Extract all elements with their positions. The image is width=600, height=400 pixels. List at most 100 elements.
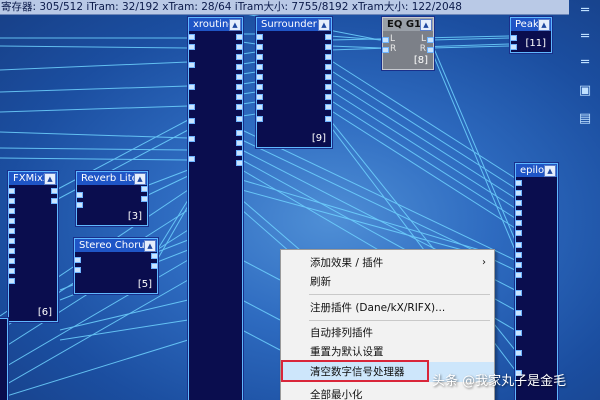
- output-pin[interactable]: [51, 198, 58, 204]
- input-pin[interactable]: [74, 267, 81, 273]
- toolbar-line-icon[interactable]: ═: [576, 56, 594, 70]
- input-pin[interactable]: [188, 84, 195, 90]
- menu-item-register-plugin[interactable]: 注册插件 (Dane/kX/RIFX)...: [281, 298, 494, 318]
- input-pin[interactable]: [188, 34, 195, 40]
- output-pin[interactable]: [325, 34, 332, 40]
- minimize-icon[interactable]: ▲: [44, 173, 56, 185]
- input-pin[interactable]: [8, 238, 15, 244]
- minimize-icon[interactable]: ▲: [544, 165, 556, 177]
- input-pin[interactable]: [515, 262, 522, 268]
- output-pin[interactable]: [236, 74, 243, 80]
- output-pin[interactable]: [325, 104, 332, 110]
- input-pin[interactable]: [74, 257, 81, 263]
- output-pin[interactable]: [236, 150, 243, 156]
- load-icon[interactable]: ▤: [576, 112, 594, 126]
- input-pin[interactable]: [188, 118, 195, 124]
- output-pin[interactable]: [151, 253, 158, 259]
- output-pin[interactable]: [427, 37, 434, 43]
- output-pin[interactable]: [236, 54, 243, 60]
- input-pin[interactable]: [8, 208, 15, 214]
- output-pin[interactable]: [427, 47, 434, 53]
- input-pin[interactable]: [515, 252, 522, 258]
- input-pin[interactable]: [256, 116, 263, 122]
- input-pin[interactable]: [515, 210, 522, 216]
- output-pin[interactable]: [236, 64, 243, 70]
- input-pin[interactable]: [256, 34, 263, 40]
- input-pin[interactable]: [515, 350, 522, 356]
- input-pin[interactable]: [256, 64, 263, 70]
- minimize-icon[interactable]: ▲: [229, 19, 241, 31]
- input-pin[interactable]: [515, 220, 522, 226]
- toolbar-line-icon[interactable]: ═: [576, 30, 594, 44]
- output-pin[interactable]: [325, 44, 332, 50]
- minimize-icon[interactable]: ▲: [144, 240, 156, 252]
- plugin-peak[interactable]: Peak ▲ [11]: [510, 17, 552, 53]
- input-pin[interactable]: [256, 74, 263, 80]
- output-pin[interactable]: [51, 188, 58, 194]
- input-pin[interactable]: [8, 258, 15, 264]
- menu-item-add-effect[interactable]: 添加效果 / 插件 ›: [281, 253, 494, 273]
- toolbar-line-icon[interactable]: ═: [576, 4, 594, 18]
- dsp-desktop[interactable]: 寄存器: 305/512 iTram: 32/192 xTram: 28/64 …: [0, 0, 600, 400]
- input-pin[interactable]: [515, 180, 522, 186]
- menu-item-refresh[interactable]: 刷新: [281, 272, 494, 292]
- input-pin[interactable]: [76, 202, 83, 208]
- input-pin[interactable]: [256, 94, 263, 100]
- input-pin[interactable]: [382, 47, 389, 53]
- save-icon[interactable]: ▣: [576, 84, 594, 98]
- input-pin[interactable]: [510, 44, 517, 50]
- input-pin[interactable]: [515, 272, 522, 278]
- input-pin[interactable]: [8, 268, 15, 274]
- input-pin[interactable]: [515, 242, 522, 248]
- input-pin[interactable]: [8, 278, 15, 284]
- output-pin[interactable]: [141, 196, 148, 202]
- output-pin[interactable]: [236, 116, 243, 122]
- output-pin[interactable]: [151, 263, 158, 269]
- output-pin[interactable]: [325, 54, 332, 60]
- output-pin[interactable]: [325, 64, 332, 70]
- menu-item-reset-defaults[interactable]: 重置为默认设置: [281, 342, 494, 362]
- plugin-stereo-chorus[interactable]: Stereo Chorus ▲ [5]: [74, 238, 158, 294]
- input-pin[interactable]: [256, 44, 263, 50]
- plugin-xrouting[interactable]: xrouting ▲: [188, 17, 243, 400]
- output-pin[interactable]: [236, 160, 243, 166]
- input-pin[interactable]: [188, 156, 195, 162]
- input-pin[interactable]: [515, 230, 522, 236]
- input-pin[interactable]: [8, 218, 15, 224]
- output-pin[interactable]: [236, 94, 243, 100]
- output-pin[interactable]: [325, 84, 332, 90]
- input-pin[interactable]: [515, 200, 522, 206]
- input-pin[interactable]: [256, 54, 263, 60]
- minimize-icon[interactable]: ▲: [134, 173, 146, 185]
- plugin-surrounder[interactable]: Surrounder+ ▲ [9]: [256, 17, 332, 148]
- output-pin[interactable]: [141, 186, 148, 192]
- plugin-fxmix2[interactable]: FXMix2 ▲ [6]: [8, 171, 58, 322]
- plugin-epilog[interactable]: epilog ▲: [515, 163, 558, 400]
- minimize-icon[interactable]: ▲: [420, 19, 432, 31]
- output-pin[interactable]: [236, 140, 243, 146]
- input-pin[interactable]: [515, 190, 522, 196]
- plugin-eq-g10[interactable]: EQ G10 ▲ L R L R [8]: [382, 17, 434, 70]
- output-pin[interactable]: [236, 84, 243, 90]
- input-pin[interactable]: [510, 35, 517, 41]
- menu-item-auto-arrange[interactable]: 自动排列插件: [281, 323, 494, 343]
- input-pin[interactable]: [188, 44, 195, 50]
- output-pin[interactable]: [236, 34, 243, 40]
- input-pin[interactable]: [256, 84, 263, 90]
- input-pin[interactable]: [188, 62, 195, 68]
- input-pin[interactable]: [188, 136, 195, 142]
- minimize-icon[interactable]: ▲: [318, 19, 330, 31]
- input-pin[interactable]: [8, 198, 15, 204]
- plugin-partial-left[interactable]: [0, 318, 8, 400]
- minimize-icon[interactable]: ▲: [538, 19, 550, 31]
- input-pin[interactable]: [8, 228, 15, 234]
- input-pin[interactable]: [515, 330, 522, 336]
- output-pin[interactable]: [236, 130, 243, 136]
- output-pin[interactable]: [236, 44, 243, 50]
- input-pin[interactable]: [76, 192, 83, 198]
- input-pin[interactable]: [256, 104, 263, 110]
- input-pin[interactable]: [382, 37, 389, 43]
- output-pin[interactable]: [325, 94, 332, 100]
- output-pin[interactable]: [325, 74, 332, 80]
- plugin-reverb-lite[interactable]: Reverb Lite ▲ [3]: [76, 171, 148, 226]
